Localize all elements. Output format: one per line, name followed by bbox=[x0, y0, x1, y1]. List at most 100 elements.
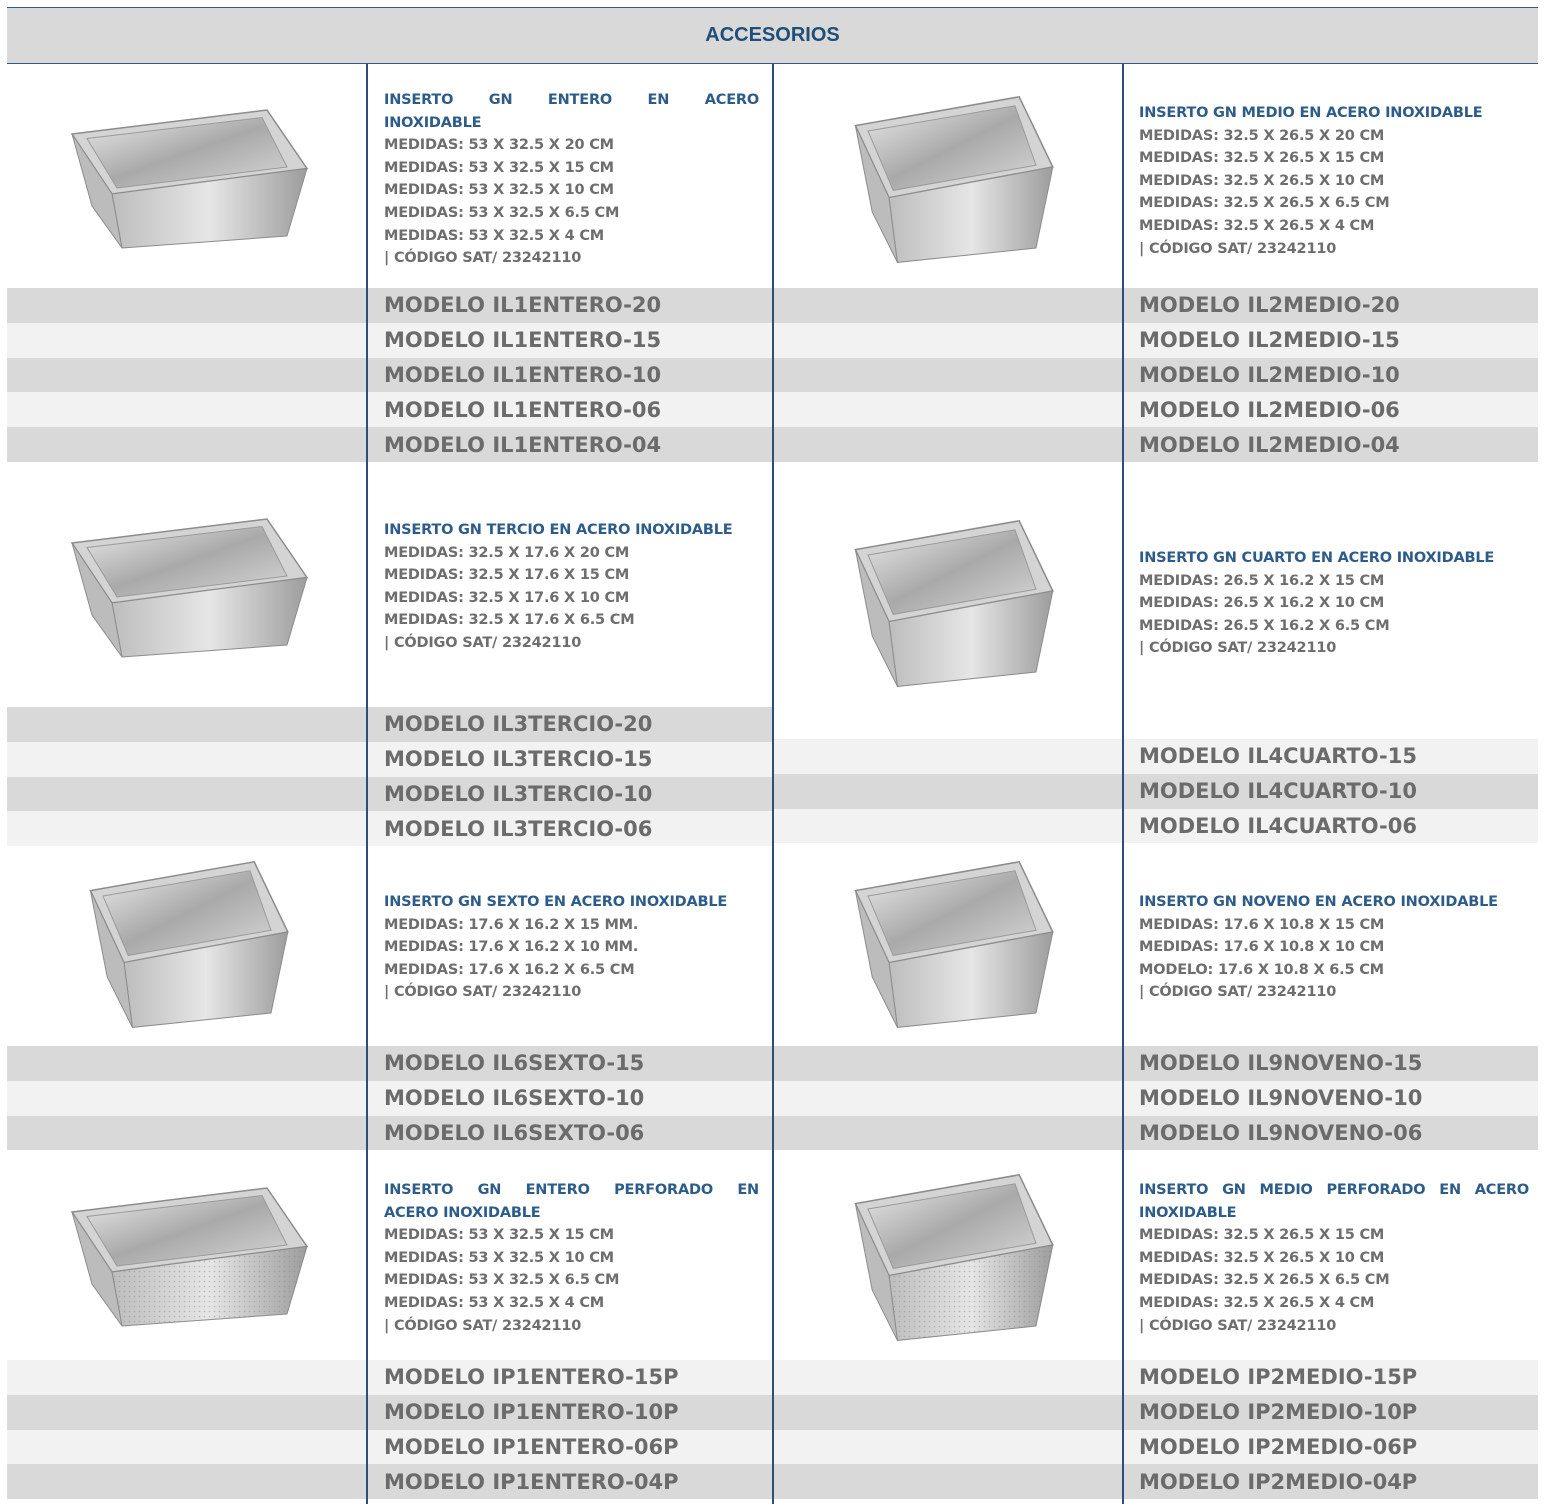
product-title: ACERO INOXIDABLE bbox=[384, 1204, 541, 1221]
section-header: ACCESORIOS bbox=[7, 7, 1538, 64]
model-code: MODELO IP2MEDIO-15P bbox=[1139, 1365, 1418, 1390]
stainless-pan-image bbox=[847, 851, 1057, 1036]
product-title: INSERTO GN MEDIO EN ACERO INOXIDABLE bbox=[1139, 105, 1483, 121]
model-code: MODELO IL4CUARTO-10 bbox=[1139, 779, 1417, 804]
product-spec: | CÓDIGO SAT/ 23242110 bbox=[384, 634, 582, 651]
product-spec: MEDIDAS: 53 X 32.5 X 15 CM bbox=[384, 159, 614, 176]
product-spec: MEDIDAS: 26.5 X 16.2 X 6.5 CM bbox=[1139, 617, 1390, 634]
product-description: INSERTO GN TERCIO EN ACERO INOXIDABLE MED… bbox=[384, 519, 759, 655]
model-row: MODELO IL6SEXTO-10 bbox=[7, 1080, 773, 1116]
column-divider bbox=[772, 64, 774, 1504]
model-row: MODELO IP1ENTERO-10P bbox=[7, 1394, 773, 1430]
model-code: MODELO IL4CUARTO-15 bbox=[1139, 744, 1417, 769]
model-code: MODELO IL6SEXTO-15 bbox=[384, 1051, 645, 1076]
product-spec: MEDIDAS: 53 X 32.5 X 20 CM bbox=[384, 137, 614, 154]
product-description: INSERTO GN ENTERO PERFORADO EN ACERO INOX… bbox=[384, 1179, 759, 1337]
product-spec: MEDIDAS: 53 X 32.5 X 4 CM bbox=[384, 227, 605, 244]
product-spec: | CÓDIGO SAT/ 23242110 bbox=[1139, 984, 1337, 1001]
product-spec: MEDIDAS: 32.5 X 26.5 X 15 CM bbox=[1139, 1227, 1385, 1244]
model-row: MODELO IL3TERCIO-15 bbox=[7, 741, 773, 777]
model-row: MODELO IL6SEXTO-06 bbox=[7, 1115, 773, 1151]
product-spec: | CÓDIGO SAT/ 23242110 bbox=[384, 250, 582, 267]
product-spec: MEDIDAS: 32.5 X 26.5 X 10 CM bbox=[1139, 1249, 1385, 1266]
model-code: MODELO IL3TERCIO-10 bbox=[384, 781, 653, 806]
model-row: MODELO IL4CUARTO-15 bbox=[773, 739, 1538, 774]
model-code: MODELO IL6SEXTO-10 bbox=[384, 1086, 645, 1111]
product-spec: MEDIDAS: 53 X 32.5 X 6.5 CM bbox=[384, 204, 620, 221]
column-divider bbox=[366, 64, 368, 1504]
product-description: INSERTO GN MEDIO EN ACERO INOXIDABLE MEDI… bbox=[1139, 102, 1529, 260]
product-description: INSERTO GN MEDIO PERFORADO EN ACERO INOXI… bbox=[1139, 1179, 1529, 1337]
stainless-pan-image bbox=[847, 86, 1057, 271]
model-row: MODELO IL9NOVENO-15 bbox=[773, 1046, 1538, 1081]
model-code: MODELO IL4CUARTO-06 bbox=[1139, 813, 1417, 838]
model-code: MODELO IL9NOVENO-15 bbox=[1139, 1051, 1423, 1076]
model-row: MODELO IL2MEDIO-04 bbox=[773, 427, 1538, 462]
section-title: ACCESORIOS bbox=[705, 24, 840, 46]
product-spec: MEDIDAS: 32.5 X 26.5 X 6.5 CM bbox=[1139, 195, 1390, 212]
product-description: INSERTO GN NOVENO EN ACERO INOXIDABLE MED… bbox=[1139, 891, 1529, 1004]
model-code: MODELO IP1ENTERO-10P bbox=[384, 1400, 679, 1425]
model-row: MODELO IL2MEDIO-10 bbox=[773, 357, 1538, 393]
model-row: MODELO IL1ENTERO-15 bbox=[7, 322, 773, 358]
product-spec: MEDIDAS: 32.5 X 17.6 X 10 CM bbox=[384, 589, 630, 606]
model-code: MODELO IP1ENTERO-06P bbox=[384, 1434, 679, 1459]
model-code: MODELO IL3TERCIO-15 bbox=[384, 747, 653, 772]
model-code: MODELO IL1ENTERO-20 bbox=[384, 293, 662, 318]
model-row: MODELO IP2MEDIO-10P bbox=[773, 1394, 1538, 1430]
model-code: MODELO IP1ENTERO-15P bbox=[384, 1365, 679, 1390]
model-row: MODELO IL9NOVENO-10 bbox=[773, 1080, 1538, 1116]
model-code: MODELO IL1ENTERO-04 bbox=[384, 432, 662, 457]
model-code: MODELO IP2MEDIO-10P bbox=[1139, 1400, 1418, 1425]
product-spec: MODELO: 17.6 X 10.8 X 6.5 CM bbox=[1139, 961, 1384, 978]
product-title: INSERTO GN ENTERO EN ACERO bbox=[384, 92, 759, 108]
product-spec: | CÓDIGO SAT/ 23242110 bbox=[384, 1317, 582, 1334]
model-code: MODELO IL2MEDIO-20 bbox=[1139, 293, 1400, 318]
product-spec: MEDIDAS: 53 X 32.5 X 10 CM bbox=[384, 182, 614, 199]
product-title: INSERTO GN SEXTO EN ACERO INOXIDABLE bbox=[384, 894, 728, 910]
model-row: MODELO IL1ENTERO-04 bbox=[7, 427, 773, 462]
model-row: MODELO IL4CUARTO-06 bbox=[773, 808, 1538, 844]
product-spec: MEDIDAS: 17.6 X 16.2 X 15 MM. bbox=[384, 916, 639, 933]
model-code: MODELO IL1ENTERO-10 bbox=[384, 362, 662, 387]
column-divider bbox=[1122, 64, 1124, 1504]
model-code: MODELO IL3TERCIO-20 bbox=[384, 712, 653, 737]
product-image bbox=[7, 462, 367, 712]
model-code: MODELO IL6SEXTO-06 bbox=[384, 1120, 645, 1145]
product-spec: MEDIDAS: 32.5 X 26.5 X 15 CM bbox=[1139, 150, 1385, 167]
model-row: MODELO IL2MEDIO-20 bbox=[773, 288, 1538, 323]
product-spec: MEDIDAS: 32.5 X 17.6 X 15 CM bbox=[384, 567, 630, 584]
product-description: INSERTO GN CUARTO EN ACERO INOXIDABLE MED… bbox=[1139, 547, 1529, 660]
model-row: MODELO IP2MEDIO-04P bbox=[773, 1464, 1538, 1500]
stainless-pan-image bbox=[62, 1179, 312, 1334]
product-spec: MEDIDAS: 32.5 X 26.5 X 6.5 CM bbox=[1139, 1272, 1390, 1289]
model-row: MODELO IP1ENTERO-06P bbox=[7, 1429, 773, 1465]
model-code: MODELO IL9NOVENO-10 bbox=[1139, 1086, 1423, 1111]
model-row: MODELO IP1ENTERO-15P bbox=[7, 1360, 773, 1395]
model-code: MODELO IL3TERCIO-06 bbox=[384, 816, 653, 841]
product-spec: MEDIDAS: 53 X 32.5 X 6.5 CM bbox=[384, 1272, 620, 1289]
product-image bbox=[773, 843, 1131, 1043]
product-spec: MEDIDAS: 17.6 X 16.2 X 10 MM. bbox=[384, 939, 639, 956]
product-spec: MEDIDAS: 32.5 X 26.5 X 20 CM bbox=[1139, 127, 1385, 144]
model-code: MODELO IL1ENTERO-15 bbox=[384, 328, 662, 353]
product-title: INSERTO GN TERCIO EN ACERO INOXIDABLE bbox=[384, 522, 733, 538]
model-code: MODELO IL2MEDIO-10 bbox=[1139, 362, 1400, 387]
model-row: MODELO IL9NOVENO-06 bbox=[773, 1115, 1538, 1151]
product-spec: | CÓDIGO SAT/ 23242110 bbox=[1139, 1317, 1337, 1334]
product-image bbox=[773, 64, 1131, 292]
product-spec: MEDIDAS: 26.5 X 16.2 X 10 CM bbox=[1139, 595, 1385, 612]
product-description: INSERTO GN SEXTO EN ACERO INOXIDABLE MEDI… bbox=[384, 891, 759, 1004]
model-code: MODELO IL2MEDIO-04 bbox=[1139, 432, 1400, 457]
product-spec: MEDIDAS: 17.6 X 10.8 X 15 CM bbox=[1139, 916, 1385, 933]
stainless-pan-image bbox=[62, 510, 312, 665]
model-row: MODELO IL3TERCIO-20 bbox=[7, 707, 773, 742]
product-spec: MEDIDAS: 32.5 X 26.5 X 4 CM bbox=[1139, 1294, 1375, 1311]
product-spec: MEDIDAS: 53 X 32.5 X 15 CM bbox=[384, 1227, 614, 1244]
stainless-pan-image bbox=[847, 1164, 1057, 1349]
model-code: MODELO IP2MEDIO-06P bbox=[1139, 1434, 1418, 1459]
product-spec: MEDIDAS: 53 X 32.5 X 4 CM bbox=[384, 1294, 605, 1311]
product-image bbox=[7, 843, 367, 1043]
product-spec: MEDIDAS: 17.6 X 10.8 X 10 CM bbox=[1139, 939, 1385, 956]
model-code: MODELO IP2MEDIO-04P bbox=[1139, 1469, 1418, 1494]
